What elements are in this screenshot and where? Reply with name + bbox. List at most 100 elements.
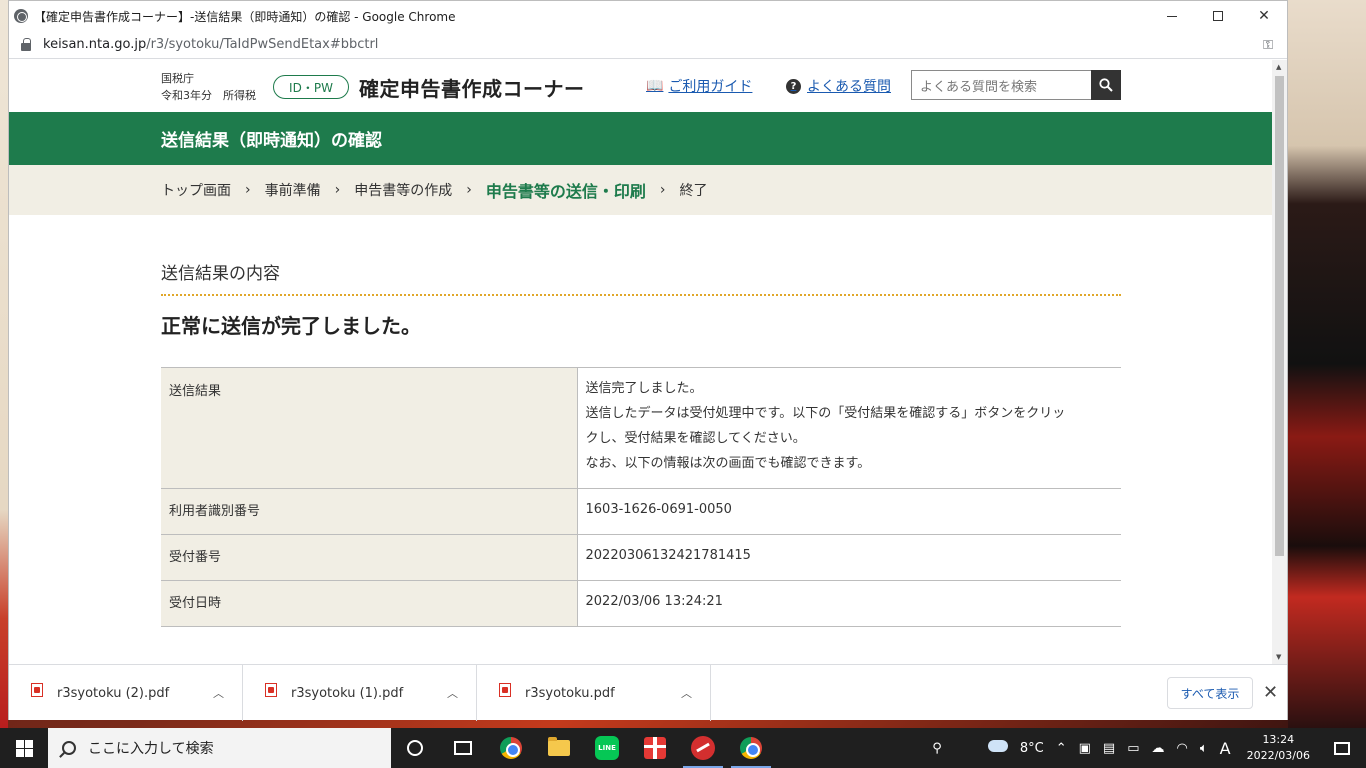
site-header: 国税庁 令和3年分 所得税 ID・PW 確定申告書作成コーナー 📖 ご利用ガイド…	[9, 60, 1273, 112]
taskbar-trend-micro[interactable]	[679, 728, 727, 768]
chevron-up-icon[interactable]: ︿	[213, 685, 224, 701]
clock[interactable]: 13:24 2022/03/06	[1247, 732, 1310, 764]
close-icon: ✕	[1258, 8, 1270, 24]
taskbar-gift-app[interactable]	[631, 728, 679, 768]
breadcrumb-step-send-print: 申告書等の送信・印刷	[485, 182, 646, 201]
breadcrumb-step-top: トップ画面	[161, 183, 231, 199]
pdf-icon	[499, 683, 511, 697]
cortana-button[interactable]	[391, 728, 439, 768]
close-window-button[interactable]: ✕	[1241, 1, 1287, 31]
tax-year-label: 令和3年分 所得税	[161, 89, 256, 102]
people-icon[interactable]: ⚲	[932, 741, 942, 756]
breadcrumb-step-preparation: 事前準備	[264, 183, 321, 199]
download-filename: r3syotoku.pdf	[525, 685, 615, 701]
download-filename: r3syotoku (2).pdf	[57, 685, 170, 701]
table-row: 利用者識別番号 1603-1626-0691-0050	[161, 488, 1121, 535]
taskbar-search-input[interactable]: ここに入力して検索	[48, 728, 391, 768]
folder-icon	[548, 737, 570, 756]
start-button[interactable]	[0, 728, 48, 768]
search-icon	[62, 741, 76, 755]
taskbar-chrome-active[interactable]	[727, 728, 775, 768]
result-heading: 正常に送信が完了しました。	[161, 314, 421, 338]
search-icon	[1099, 78, 1113, 92]
chevron-right-icon: ›	[245, 182, 251, 198]
taskbar-line[interactable]: LINE	[583, 728, 631, 768]
result-table: 送信結果 送信完了しました。 送信したデータは受付処理中です。以下の「受付結果を…	[161, 367, 1121, 627]
desktop-wallpaper-left	[0, 0, 8, 728]
show-all-downloads-button[interactable]: すべて表示	[1167, 677, 1253, 709]
page-scrollbar[interactable]: ▲ ▼	[1272, 60, 1287, 664]
address-bar[interactable]: keisan.nta.go.jp/r3/syotoku/TaIdPwSendEt…	[9, 31, 1287, 59]
desktop-wallpaper-right	[1288, 0, 1366, 728]
clock-date: 2022/03/06	[1246, 749, 1310, 762]
tray-security-icon[interactable]: ▤	[1103, 741, 1115, 756]
cortana-icon	[407, 740, 423, 756]
maximize-button[interactable]	[1195, 1, 1241, 31]
wifi-icon[interactable]: ◠	[1176, 741, 1187, 756]
task-view-button[interactable]	[439, 728, 487, 768]
search-button[interactable]	[1091, 70, 1121, 100]
result-line: 送信完了しました。	[585, 381, 703, 396]
table-row: 送信結果 送信完了しました。 送信したデータは受付処理中です。以下の「受付結果を…	[161, 367, 1121, 489]
pdf-icon	[265, 683, 277, 697]
user-id-value: 1603-1626-0691-0050	[577, 488, 1121, 535]
scroll-down-icon[interactable]: ▼	[1276, 653, 1281, 661]
scrollbar-thumb[interactable]	[1275, 76, 1284, 556]
row-value: 送信完了しました。 送信したデータは受付処理中です。以下の「受付結果を確認する」…	[577, 367, 1121, 489]
breadcrumb: トップ画面 › 事前準備 › 申告書等の作成 › 申告書等の送信・印刷 › 終了	[9, 165, 1273, 215]
window-title: 【確定申告書作成コーナー】-送信結果（即時通知）の確認 - Google Chr…	[34, 9, 456, 24]
onedrive-icon[interactable]: ☁	[1151, 741, 1164, 756]
volume-icon[interactable]: 🔈︎	[1200, 741, 1208, 756]
breadcrumb-step-create: 申告書等の作成	[354, 183, 453, 199]
row-label: 受付番号	[161, 534, 578, 581]
row-label: 送信結果	[161, 367, 578, 489]
result-line: 送信したデータは受付処理中です。以下の「受付結果を確認する」ボタンをクリッ	[585, 406, 1066, 421]
faq-link[interactable]: ? よくある質問	[786, 76, 891, 96]
chrome-icon	[740, 737, 762, 759]
clock-time: 13:24	[1262, 733, 1295, 746]
system-tray: ⚲ 8°C ⌃ ▣ ▤ ▭ ☁ ◠ 🔈︎ A 13:24 2022/03/06	[926, 728, 1366, 768]
window-controls: ✕	[1149, 1, 1287, 31]
faq-search-input[interactable]: よくある質問を検索	[911, 70, 1091, 100]
download-item[interactable]: r3syotoku (1).pdf ︿	[243, 665, 477, 721]
chevron-up-icon[interactable]: ︿	[681, 685, 692, 701]
scroll-up-icon[interactable]: ▲	[1276, 63, 1281, 71]
lock-icon	[21, 37, 31, 51]
taskbar-search-placeholder: ここに入力して検索	[88, 741, 214, 757]
page-viewport: 国税庁 令和3年分 所得税 ID・PW 確定申告書作成コーナー 📖 ご利用ガイド…	[9, 60, 1273, 664]
chrome-icon	[500, 737, 522, 759]
chevron-right-icon: ›	[334, 182, 341, 198]
chevron-up-icon[interactable]: ⌃	[1056, 741, 1067, 756]
weather-widget[interactable]	[984, 735, 1008, 756]
taskbar-chrome[interactable]	[487, 728, 535, 768]
maximize-icon	[1213, 11, 1223, 21]
close-download-shelf-icon[interactable]: ✕	[1263, 682, 1278, 703]
key-icon[interactable]: ⚿	[1263, 38, 1273, 53]
table-row: 受付日時 2022/03/06 13:24:21	[161, 580, 1121, 627]
url-path: /r3/syotoku/TaIdPwSendEtax#bbctrl	[146, 37, 379, 52]
taskbar-file-explorer[interactable]	[535, 728, 583, 768]
chevron-up-icon[interactable]: ︿	[447, 685, 458, 701]
site-title: 確定申告書作成コーナー	[359, 77, 585, 101]
chevron-right-icon: ›	[659, 182, 666, 198]
minimize-button[interactable]	[1149, 1, 1195, 31]
line-icon: LINE	[595, 736, 619, 760]
notification-icon[interactable]	[1334, 741, 1350, 755]
chevron-right-icon: ›	[466, 182, 472, 198]
faq-label: よくある質問	[807, 79, 891, 95]
download-shelf: r3syotoku (2).pdf ︿ r3syotoku (1).pdf ︿ …	[9, 664, 1287, 721]
title-bar: 【確定申告書作成コーナー】-送信結果（即時通知）の確認 - Google Chr…	[9, 1, 1287, 31]
section-title: 送信結果の内容	[161, 259, 1121, 296]
download-item[interactable]: r3syotoku (2).pdf ︿	[9, 665, 243, 721]
ime-indicator[interactable]: A	[1220, 739, 1231, 758]
download-item[interactable]: r3syotoku.pdf ︿	[477, 665, 711, 721]
tray-app-icon[interactable]: ▣	[1079, 741, 1091, 756]
battery-icon[interactable]: ▭	[1127, 741, 1139, 756]
download-filename: r3syotoku (1).pdf	[291, 685, 404, 701]
user-guide-link[interactable]: 📖 ご利用ガイド	[646, 76, 752, 96]
weather-temp[interactable]: 8°C	[1020, 741, 1044, 756]
pdf-icon	[31, 683, 43, 697]
result-line: なお、以下の情報は次の画面でも確認できます。	[585, 456, 871, 471]
weather-icon	[984, 735, 1008, 752]
result-line: クし、受付結果を確認してください。	[585, 431, 806, 446]
